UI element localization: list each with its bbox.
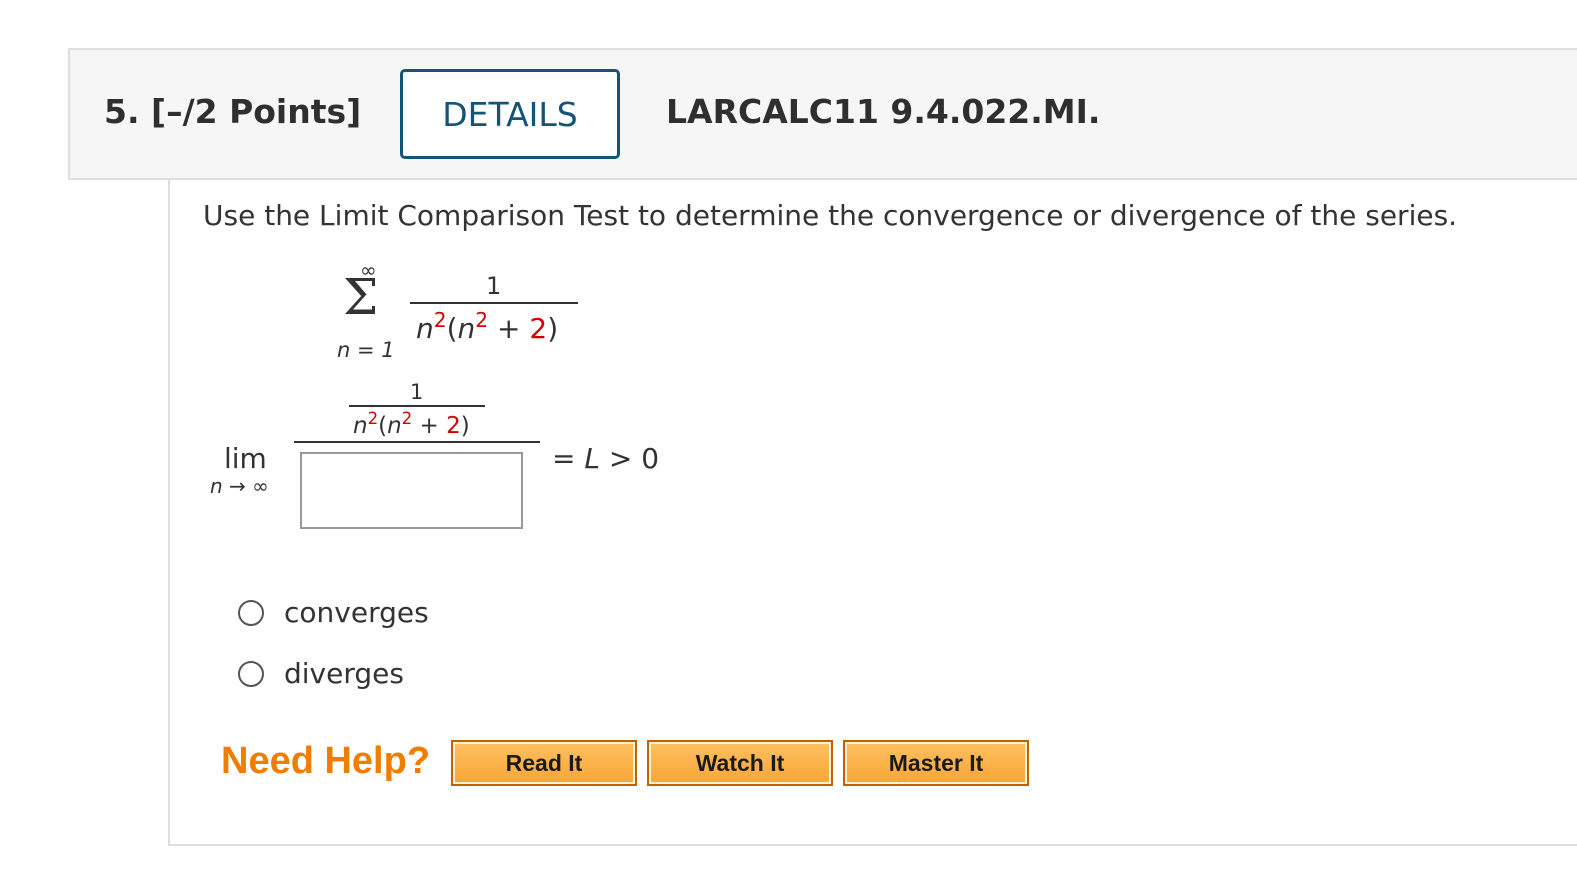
denom-inner-exp: 2 [475,307,489,332]
inner-denom-close-paren: ) [460,413,470,439]
inner-denom-n: n [353,413,368,439]
limit-fraction-bar [294,441,540,443]
inner-denom-const: 2 [446,413,461,439]
option-diverges-label: diverges [284,657,404,690]
equals-sign: = [552,442,585,475]
need-help-title: Need Help? [221,740,431,782]
option-converges[interactable]: converges [238,596,429,629]
denom-plus: + [488,312,530,345]
inner-denominator: n2(n2 + 2) [353,409,470,439]
problem-id: LARCALC11 9.4.022.MI. [666,92,1101,131]
sum-lower-limit: n = 1 [337,338,395,362]
inner-denom-exp: 2 [367,408,379,428]
denom-close-paren: ) [547,312,559,345]
denom-open-paren: ( [446,312,458,345]
inner-denom-plus: + [412,413,447,439]
sigma-symbol: Σ [343,268,379,326]
option-converges-label: converges [284,596,429,629]
option-diverges[interactable]: diverges [238,657,404,690]
radio-diverges[interactable] [238,660,264,687]
series-denominator: n2(n2 + 2) [416,308,559,345]
read-it-button[interactable]: Read It [451,740,637,786]
limit-result: = L > 0 [552,442,659,475]
denom-const: 2 [529,312,548,345]
limit-L: L [584,442,600,475]
denom-inner-n: n [457,312,476,345]
details-button[interactable]: DETAILS [400,69,620,159]
greater-than-zero: > 0 [599,442,660,475]
limit-denominator-input[interactable] [300,452,523,529]
denom-exp: 2 [433,307,447,332]
question-prompt: Use the Limit Comparison Test to determi… [203,199,1458,232]
inner-denom-inner-n: n [387,413,402,439]
series-fraction-bar [410,302,578,304]
inner-numerator: 1 [410,380,424,404]
sum-lower-text: n = 1 [337,338,395,362]
lim-subscript: n → ∞ [210,474,269,498]
radio-converges[interactable] [238,599,264,626]
series-numerator: 1 [486,272,502,300]
lim-word: lim [224,442,267,475]
inner-fraction-bar [349,405,485,407]
master-it-button[interactable]: Master It [843,740,1029,786]
denom-n: n [416,312,434,345]
inner-denom-inner-exp: 2 [401,408,413,428]
question-number-points: 5. [–/2 Points] [104,92,362,131]
inner-denom-open-paren: ( [378,413,388,439]
watch-it-button[interactable]: Watch It [647,740,833,786]
